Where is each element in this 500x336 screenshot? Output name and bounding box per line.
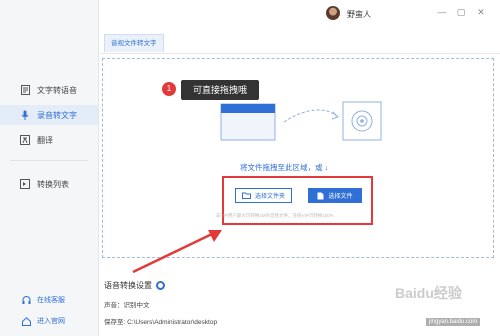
online-support-label: 在线客服 [37,297,65,304]
select-file-button[interactable]: 选择文件 [308,188,362,203]
drop-hint: 将文件拖拽至此区域，或 ↓ [240,163,329,172]
select-folder-button[interactable]: 选择文件夹 [235,188,292,203]
gear-icon[interactable] [156,281,165,290]
translate-icon [20,135,30,145]
close-button[interactable]: ✕ [476,7,486,17]
home-icon [22,316,31,326]
speech-settings-title: 语音转换设置 [104,280,165,291]
vip-limit-note: 非VIP用户最大可转换2M的音频文件，充值VIP可转换100% [216,213,334,218]
list-icon [20,179,30,189]
folder-icon [241,192,251,199]
baidu-watermark: Baidu经验 [395,285,462,301]
official-site-link[interactable]: 进入官网 [22,316,65,326]
step-badge: 1 [162,82,176,96]
microphone-icon [20,110,30,120]
maximize-button[interactable]: ▢ [456,7,466,17]
sidebar-item-recording-to-text[interactable]: 录音转文字 [0,105,98,125]
official-site-label: 进入官网 [37,318,65,325]
document-icon [20,85,30,95]
sidebar: 文字转语音 录音转文字 翻译 转换列表 在线客服 进入官网 [0,0,99,336]
sidebar-item-label: 转换列表 [37,179,69,189]
online-support-link[interactable]: 在线客服 [22,295,65,305]
tab-audio-video-to-text[interactable]: 音视文件转文字 [104,34,164,52]
save-path-setting[interactable]: 保存至: C:\Users\Administrator\desktop [104,316,217,326]
speech-settings-label: 语音转换设置 [104,281,152,290]
minimize-button[interactable]: — [437,7,447,17]
avatar[interactable] [326,6,340,20]
sidebar-item-conversion-list[interactable]: 转换列表 [0,174,98,194]
sidebar-item-translate[interactable]: 翻译 [0,130,98,150]
drag-tooltip: 可直接拖拽哦 [181,80,259,100]
select-file-label: 选择文件 [328,194,353,200]
sidebar-divider [10,160,88,161]
voice-setting: 声音：识别中文 [104,302,150,309]
baidu-watermark-sub: jingyan.baidu.com [426,318,481,326]
annotation-arrow [132,230,222,274]
sidebar-item-text-to-speech[interactable]: 文字转语音 [0,80,98,100]
sidebar-item-label: 翻译 [37,135,53,145]
username: 野蛮人 [347,10,371,19]
file-icon [317,192,324,200]
sidebar-item-label: 录音转文字 [37,110,77,120]
select-folder-label: 选择文件夹 [254,194,285,200]
drag-illustration [220,101,382,141]
sidebar-item-label: 文字转语音 [37,85,77,95]
headset-icon [22,295,31,305]
